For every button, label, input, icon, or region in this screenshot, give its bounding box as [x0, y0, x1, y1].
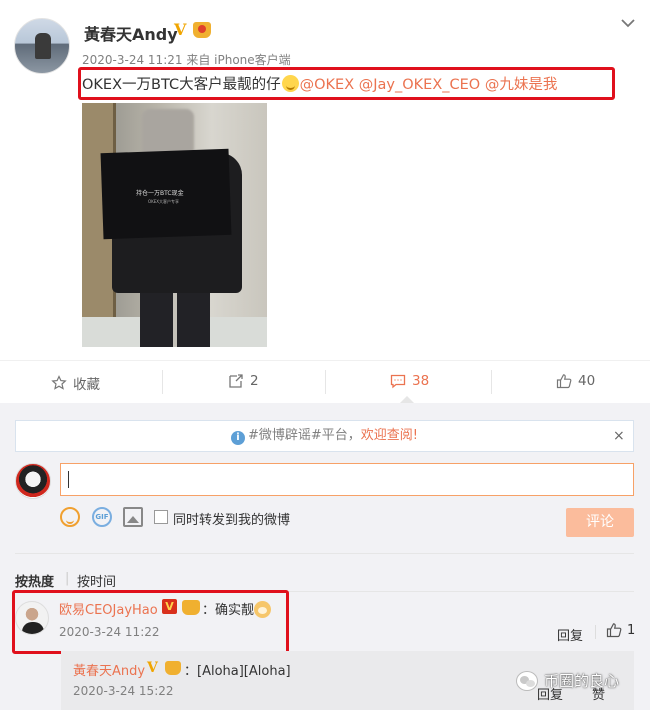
post-meta: 2020-3-24 11:21 来自 iPhone客户端	[82, 51, 291, 68]
subcomment-time: 2020-3-24 15:22	[73, 684, 174, 698]
comment-input[interactable]	[60, 463, 634, 496]
verified-badge-icon: V	[147, 660, 158, 676]
photo-bag-text: 持仓一万BTC现金	[136, 190, 184, 197]
watermark-text: 币圈的良心	[544, 672, 620, 690]
emoji-icon[interactable]	[60, 507, 80, 527]
action-bar: 收藏 2 38 40	[0, 360, 650, 402]
verified-badge-icon: V	[174, 20, 187, 39]
subcomment-text: ：[Aloha][Aloha]	[184, 664, 291, 679]
like-count: 40	[578, 373, 596, 389]
close-icon[interactable]: ×	[613, 428, 625, 444]
vip-crown-icon	[165, 661, 181, 675]
star-icon	[51, 375, 67, 390]
comment-pointer	[400, 396, 414, 403]
photo-bag-subtext: OKEX大客户专享	[148, 199, 180, 204]
notice-text[interactable]: #微博辟谣#平台，	[248, 428, 361, 443]
sort-by-hot[interactable]: 按热度	[15, 571, 54, 590]
like-button[interactable]: 40	[556, 373, 595, 389]
comment-like-button[interactable]: 1	[606, 622, 635, 638]
divider	[15, 553, 634, 554]
comment-count: 38	[412, 373, 430, 389]
highlight-box	[78, 67, 615, 100]
divider	[595, 625, 596, 639]
comment-icon	[390, 374, 406, 389]
repost-count: 2	[250, 373, 259, 389]
submit-comment-button[interactable]: 评论	[566, 508, 634, 537]
chevron-down-icon[interactable]	[619, 14, 637, 32]
thumbs-up-icon	[606, 623, 622, 638]
author-name[interactable]: 黃春天Andy	[84, 21, 178, 45]
rumor-notice: i #微博辟谣#平台，欢迎查阅!	[15, 420, 634, 452]
gif-icon[interactable]: GIF	[92, 507, 112, 527]
post-photo[interactable]: 持仓一万BTC现金 OKEX大客户专享	[82, 103, 267, 347]
subcommenter-name[interactable]: 黃春天Andy	[73, 660, 145, 679]
thumbs-up-icon	[556, 374, 572, 389]
sort-separator: |	[65, 571, 70, 586]
post-timestamp[interactable]: 2020-3-24 11:21	[82, 53, 183, 67]
repost-icon	[229, 374, 243, 388]
comment-like-count: 1	[627, 622, 636, 638]
favorite-button[interactable]: 收藏	[51, 373, 100, 393]
current-user-avatar[interactable]	[15, 463, 51, 499]
favorite-label: 收藏	[73, 377, 100, 393]
notice-link[interactable]: 欢迎查阅!	[361, 428, 418, 443]
reply-button[interactable]: 回复	[557, 625, 583, 644]
watermark: 币圈的良心	[516, 670, 619, 691]
info-icon: i	[230, 431, 245, 445]
author-avatar[interactable]	[14, 18, 70, 74]
image-icon[interactable]	[123, 507, 143, 527]
vip-crown-icon	[193, 22, 211, 38]
post-source: 来自 iPhone客户端	[186, 53, 291, 67]
highlight-box	[12, 590, 289, 654]
sort-by-time[interactable]: 按时间	[77, 571, 116, 590]
repost-checkbox[interactable]	[154, 510, 168, 524]
repost-checkbox-label[interactable]: 同时转发到我的微博	[173, 509, 290, 528]
wechat-watermark-icon	[516, 670, 538, 691]
comment-button[interactable]: 38	[390, 373, 429, 389]
repost-button[interactable]: 2	[228, 373, 259, 389]
